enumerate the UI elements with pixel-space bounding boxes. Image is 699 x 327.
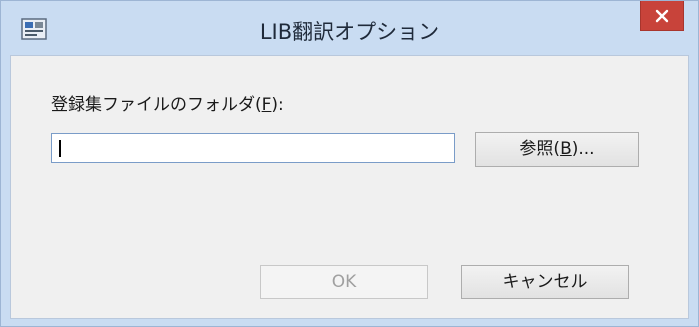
dialog-body: 登録集ファイルのフォルダ(F): 参照(B)... OK キャンセル xyxy=(10,55,689,319)
window-title: LIB翻訳オプション xyxy=(259,20,440,44)
folder-label-mnemonic: F xyxy=(261,95,272,115)
folder-label-prefix: 登録集ファイルのフォルダ( xyxy=(51,95,262,115)
folder-input[interactable] xyxy=(51,133,455,163)
title-bar[interactable]: LIB翻訳オプション xyxy=(1,1,698,55)
folder-label-suffix: ): xyxy=(271,95,284,115)
browse-button[interactable]: 参照(B)... xyxy=(475,132,639,167)
folder-label: 登録集ファイルのフォルダ(F): xyxy=(51,90,284,115)
browse-label-suffix: )... xyxy=(571,139,595,159)
dialog-window: LIB翻訳オプション 登録集ファイルのフォルダ(F): 参照(B)... OK … xyxy=(0,0,699,327)
close-icon xyxy=(655,9,669,22)
ok-button[interactable]: OK xyxy=(260,265,428,299)
browse-label-prefix: 参照( xyxy=(519,139,561,159)
cancel-button[interactable]: キャンセル xyxy=(461,265,629,299)
browse-label-mnemonic: B xyxy=(560,139,572,159)
close-button[interactable] xyxy=(640,1,684,31)
text-caret xyxy=(59,140,61,157)
